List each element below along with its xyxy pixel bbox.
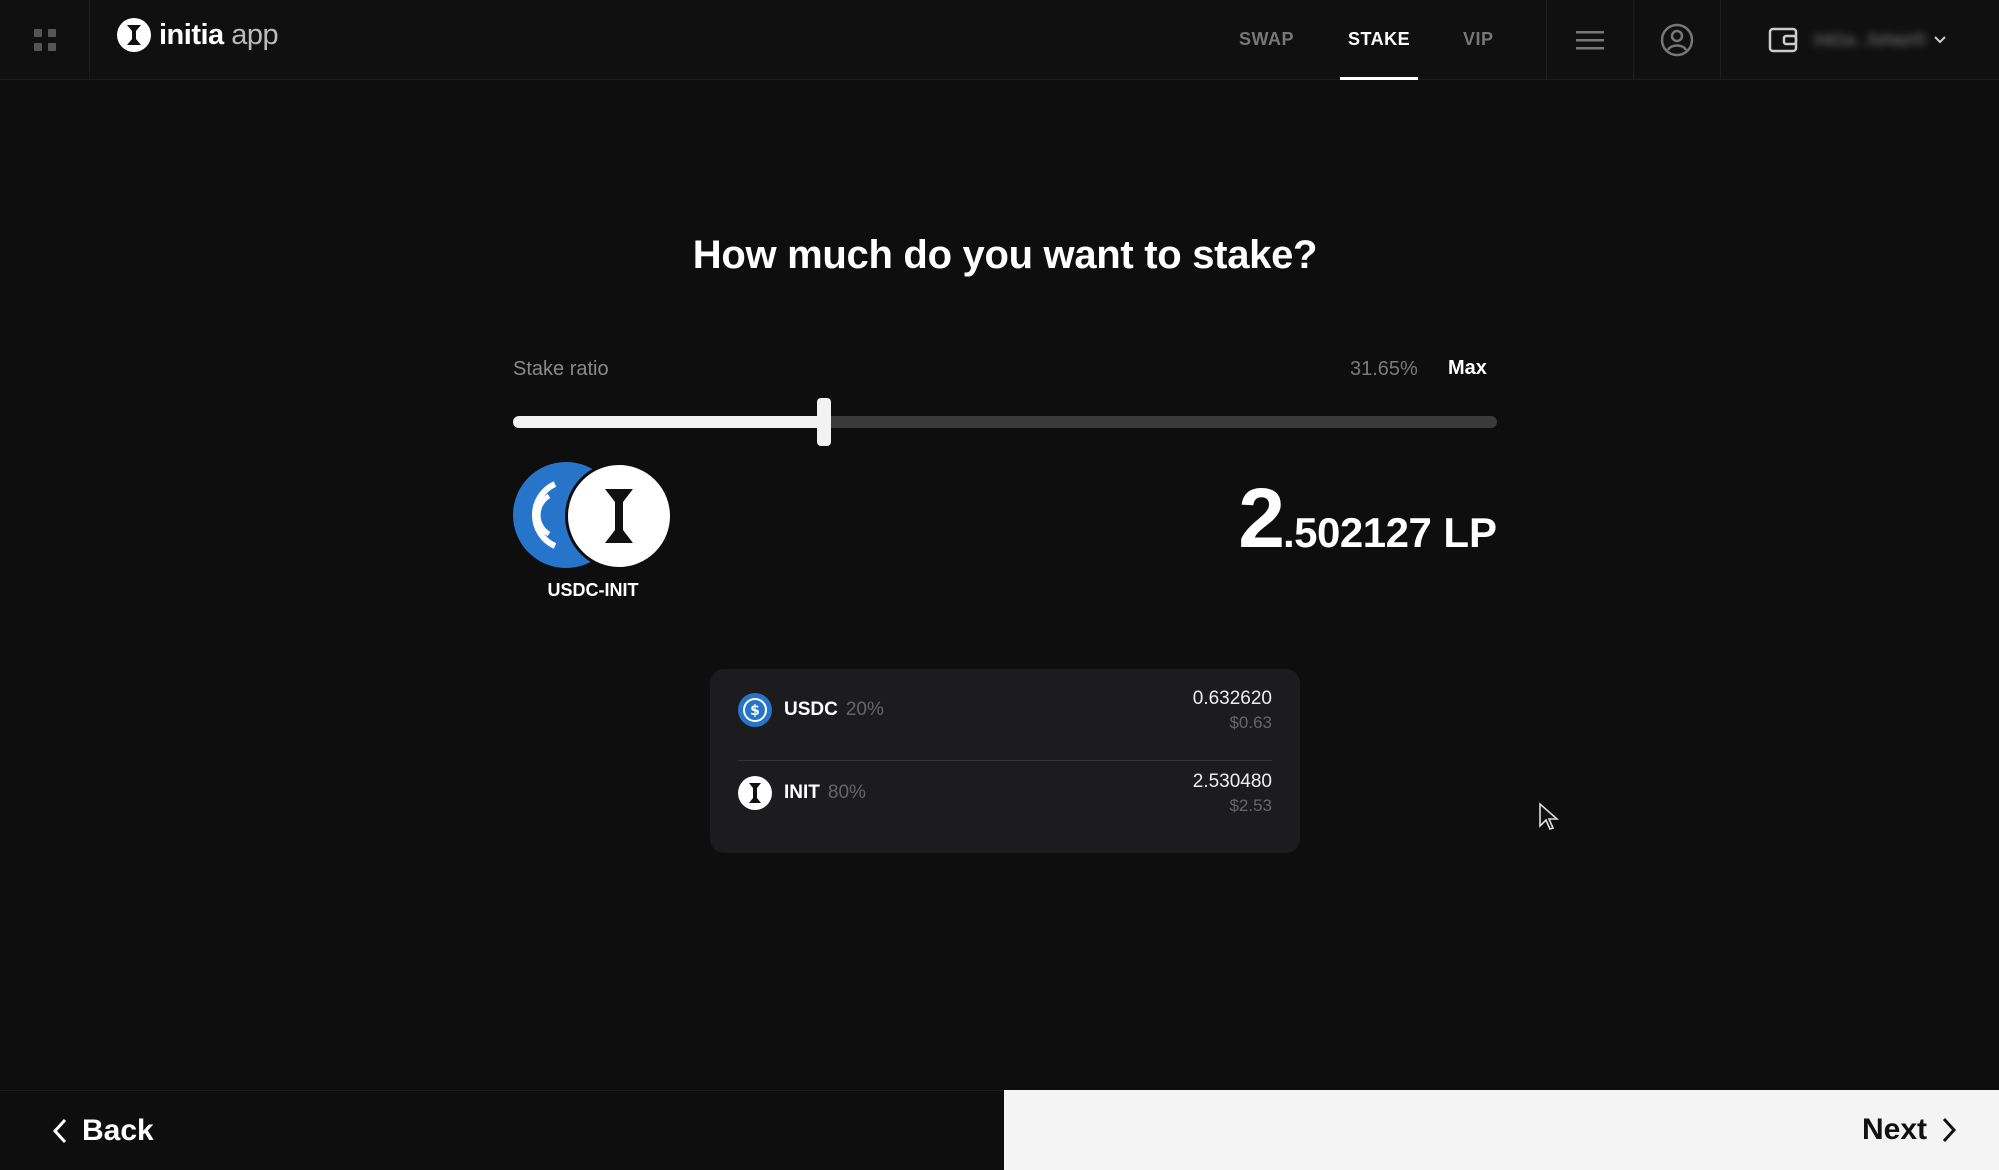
slider-handle[interactable] — [817, 398, 832, 446]
token-breakdown-card: $ USDC 20% 0.632620 $0.63 INIT 80% 2.530… — [710, 669, 1300, 853]
token-row-usdc: $ USDC 20% 0.632620 $0.63 — [738, 669, 1272, 751]
tab-swap[interactable]: SWAP — [1239, 0, 1294, 79]
wallet-address: init1a...fuhazr0 — [1814, 29, 1926, 49]
hamburger-icon — [1576, 30, 1604, 49]
token-weight: 20% — [845, 699, 884, 720]
pair-name: USDC-INIT — [547, 580, 639, 600]
token-amount: 0.632620 — [1192, 687, 1272, 709]
next-button[interactable]: Next — [1004, 1090, 1999, 1170]
wallet-button[interactable]: init1a...fuhazr0 — [1720, 0, 1999, 79]
back-label: Back — [82, 1113, 154, 1147]
token-usd-value: $0.63 — [1229, 712, 1272, 732]
stake-ratio-percent: 31.65% — [1350, 358, 1418, 380]
token-symbol: INIT — [784, 782, 820, 803]
token-amount: 2.530480 — [1192, 770, 1272, 792]
lp-amount: 2 .502127 LP — [1238, 470, 1497, 567]
pair-icons — [513, 462, 673, 570]
chevron-right-icon — [1942, 1117, 1957, 1143]
init-icon — [565, 462, 673, 570]
user-icon — [1660, 23, 1694, 56]
menu-button[interactable] — [1547, 0, 1633, 79]
slider-fill — [513, 416, 825, 428]
lp-amount-decimal: .502127 — [1283, 509, 1432, 556]
grid-icon — [33, 28, 56, 51]
lp-amount-integer: 2 — [1238, 471, 1285, 565]
next-label: Next — [1861, 1113, 1927, 1146]
lp-unit: LP — [1443, 509, 1497, 556]
app-grid-button[interactable] — [0, 0, 90, 79]
tab-vip[interactable]: VIP — [1463, 0, 1494, 79]
logo-text: initia app — [159, 18, 279, 51]
profile-button[interactable] — [1634, 0, 1720, 79]
init-icon — [738, 776, 772, 810]
usdc-icon: $ — [738, 693, 772, 727]
mouse-cursor-icon — [1539, 802, 1560, 830]
token-weight: 80% — [827, 782, 866, 803]
page-title: How much do you want to stake? — [692, 233, 1318, 277]
back-button[interactable]: Back — [0, 1090, 1004, 1170]
chevron-down-icon — [1933, 35, 1946, 43]
stake-ratio-slider[interactable] — [513, 398, 1497, 446]
token-symbol: USDC — [784, 699, 838, 720]
chevron-left-icon — [52, 1118, 67, 1143]
stake-ratio-label: Stake ratio — [513, 358, 609, 380]
max-button[interactable]: Max — [1448, 357, 1487, 380]
top-header: initia app SWAP STAKE VIP init1a...fuhaz… — [0, 0, 1999, 80]
initia-logo-icon — [117, 18, 151, 52]
token-row-init: INIT 80% 2.530480 $2.53 — [738, 752, 1272, 834]
tab-stake[interactable]: STAKE — [1340, 0, 1419, 80]
app-logo[interactable]: initia app — [117, 17, 279, 53]
token-usd-value: $2.53 — [1229, 795, 1272, 815]
wallet-icon — [1768, 27, 1798, 52]
svg-text:$: $ — [750, 703, 760, 719]
